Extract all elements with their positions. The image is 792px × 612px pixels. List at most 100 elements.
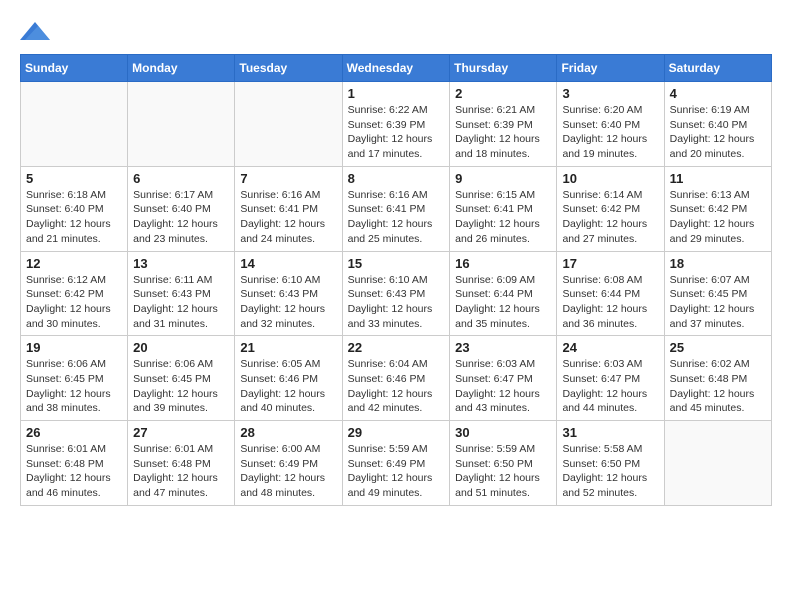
column-header-friday: Friday [557,55,664,82]
calendar-cell: 29 Sunrise: 5:59 AMSunset: 6:49 PMDayligh… [342,421,450,506]
day-number: 27 [133,425,229,440]
day-info: Sunrise: 6:01 AMSunset: 6:48 PMDaylight:… [26,442,122,501]
calendar-cell: 31 Sunrise: 5:58 AMSunset: 6:50 PMDayligh… [557,421,664,506]
day-info: Sunrise: 6:00 AMSunset: 6:49 PMDaylight:… [240,442,336,501]
calendar-week-row: 5 Sunrise: 6:18 AMSunset: 6:40 PMDaylight… [21,166,772,251]
day-info: Sunrise: 5:59 AMSunset: 6:50 PMDaylight:… [455,442,551,501]
column-header-wednesday: Wednesday [342,55,450,82]
day-number: 28 [240,425,336,440]
day-number: 15 [348,256,445,271]
day-number: 30 [455,425,551,440]
day-info: Sunrise: 6:06 AMSunset: 6:45 PMDaylight:… [133,357,229,416]
calendar-cell: 6 Sunrise: 6:17 AMSunset: 6:40 PMDaylight… [128,166,235,251]
day-number: 18 [670,256,766,271]
day-info: Sunrise: 6:17 AMSunset: 6:40 PMDaylight:… [133,188,229,247]
day-info: Sunrise: 6:06 AMSunset: 6:45 PMDaylight:… [26,357,122,416]
day-number: 13 [133,256,229,271]
column-header-monday: Monday [128,55,235,82]
calendar-cell: 10 Sunrise: 6:14 AMSunset: 6:42 PMDayligh… [557,166,664,251]
day-info: Sunrise: 6:09 AMSunset: 6:44 PMDaylight:… [455,273,551,332]
calendar-cell: 28 Sunrise: 6:00 AMSunset: 6:49 PMDayligh… [235,421,342,506]
calendar-cell: 3 Sunrise: 6:20 AMSunset: 6:40 PMDaylight… [557,82,664,167]
day-number: 10 [562,171,658,186]
calendar-cell: 9 Sunrise: 6:15 AMSunset: 6:41 PMDaylight… [450,166,557,251]
day-number: 17 [562,256,658,271]
day-info: Sunrise: 5:59 AMSunset: 6:49 PMDaylight:… [348,442,445,501]
day-info: Sunrise: 6:14 AMSunset: 6:42 PMDaylight:… [562,188,658,247]
day-info: Sunrise: 6:18 AMSunset: 6:40 PMDaylight:… [26,188,122,247]
calendar-cell: 24 Sunrise: 6:03 AMSunset: 6:47 PMDayligh… [557,336,664,421]
calendar-cell: 16 Sunrise: 6:09 AMSunset: 6:44 PMDayligh… [450,251,557,336]
column-header-saturday: Saturday [664,55,771,82]
day-number: 1 [348,86,445,101]
day-number: 7 [240,171,336,186]
day-number: 8 [348,171,445,186]
calendar-cell [21,82,128,167]
calendar-cell: 19Sunrise: 6:06 AMSunset: 6:45 PMDayligh… [21,336,128,421]
calendar-table: SundayMondayTuesdayWednesdayThursdayFrid… [20,54,772,506]
day-info: Sunrise: 6:13 AMSunset: 6:42 PMDaylight:… [670,188,766,247]
logo-icon [20,20,50,44]
day-info: Sunrise: 6:20 AMSunset: 6:40 PMDaylight:… [562,103,658,162]
calendar-cell [664,421,771,506]
calendar-cell: 23Sunrise: 6:03 AMSunset: 6:47 PMDayligh… [450,336,557,421]
calendar-cell: 12 Sunrise: 6:12 AMSunset: 6:42 PMDayligh… [21,251,128,336]
day-info: Sunrise: 6:21 AMSunset: 6:39 PMDaylight:… [455,103,551,162]
day-info: Sunrise: 6:04 AMSunset: 6:46 PMDaylight:… [348,357,445,416]
day-number: 29 [348,425,445,440]
day-info: Sunrise: 6:16 AMSunset: 6:41 PMDaylight:… [240,188,336,247]
day-number: 11 [670,171,766,186]
calendar-cell: 8 Sunrise: 6:16 AMSunset: 6:41 PMDaylight… [342,166,450,251]
calendar-cell: 11 Sunrise: 6:13 AMSunset: 6:42 PMDayligh… [664,166,771,251]
calendar-cell [128,82,235,167]
column-header-thursday: Thursday [450,55,557,82]
calendar-cell: 25 Sunrise: 6:02 AMSunset: 6:48 PMDayligh… [664,336,771,421]
column-header-sunday: Sunday [21,55,128,82]
column-header-tuesday: Tuesday [235,55,342,82]
calendar-cell: 17Sunrise: 6:08 AMSunset: 6:44 PMDayligh… [557,251,664,336]
day-info: Sunrise: 6:03 AMSunset: 6:47 PMDaylight:… [562,357,658,416]
day-info: Sunrise: 5:58 AMSunset: 6:50 PMDaylight:… [562,442,658,501]
day-info: Sunrise: 6:10 AMSunset: 6:43 PMDaylight:… [240,273,336,332]
day-number: 25 [670,340,766,355]
day-number: 31 [562,425,658,440]
day-info: Sunrise: 6:02 AMSunset: 6:48 PMDaylight:… [670,357,766,416]
logo [20,20,52,44]
day-number: 4 [670,86,766,101]
day-info: Sunrise: 6:05 AMSunset: 6:46 PMDaylight:… [240,357,336,416]
day-number: 20 [133,340,229,355]
day-info: Sunrise: 6:12 AMSunset: 6:42 PMDaylight:… [26,273,122,332]
day-info: Sunrise: 6:22 AMSunset: 6:39 PMDaylight:… [348,103,445,162]
day-info: Sunrise: 6:07 AMSunset: 6:45 PMDaylight:… [670,273,766,332]
day-number: 16 [455,256,551,271]
day-number: 24 [562,340,658,355]
day-info: Sunrise: 6:19 AMSunset: 6:40 PMDaylight:… [670,103,766,162]
day-number: 9 [455,171,551,186]
calendar-header-row: SundayMondayTuesdayWednesdayThursdayFrid… [21,55,772,82]
calendar-cell: 2Sunrise: 6:21 AMSunset: 6:39 PMDaylight… [450,82,557,167]
day-info: Sunrise: 6:03 AMSunset: 6:47 PMDaylight:… [455,357,551,416]
day-number: 3 [562,86,658,101]
calendar-week-row: 12 Sunrise: 6:12 AMSunset: 6:42 PMDayligh… [21,251,772,336]
day-info: Sunrise: 6:10 AMSunset: 6:43 PMDaylight:… [348,273,445,332]
calendar-cell [235,82,342,167]
calendar-cell: 21 Sunrise: 6:05 AMSunset: 6:46 PMDayligh… [235,336,342,421]
day-number: 5 [26,171,122,186]
calendar-cell: 14 Sunrise: 6:10 AMSunset: 6:43 PMDayligh… [235,251,342,336]
calendar-cell: 18 Sunrise: 6:07 AMSunset: 6:45 PMDayligh… [664,251,771,336]
calendar-week-row: 26 Sunrise: 6:01 AMSunset: 6:48 PMDayligh… [21,421,772,506]
calendar-week-row: 1 Sunrise: 6:22 AMSunset: 6:39 PMDaylight… [21,82,772,167]
calendar-week-row: 19Sunrise: 6:06 AMSunset: 6:45 PMDayligh… [21,336,772,421]
calendar-cell: 7 Sunrise: 6:16 AMSunset: 6:41 PMDaylight… [235,166,342,251]
day-info: Sunrise: 6:16 AMSunset: 6:41 PMDaylight:… [348,188,445,247]
page-header [20,20,772,44]
day-info: Sunrise: 6:15 AMSunset: 6:41 PMDaylight:… [455,188,551,247]
day-info: Sunrise: 6:11 AMSunset: 6:43 PMDaylight:… [133,273,229,332]
day-number: 14 [240,256,336,271]
calendar-cell: 27Sunrise: 6:01 AMSunset: 6:48 PMDayligh… [128,421,235,506]
day-number: 12 [26,256,122,271]
day-number: 6 [133,171,229,186]
calendar-cell: 20 Sunrise: 6:06 AMSunset: 6:45 PMDayligh… [128,336,235,421]
day-number: 21 [240,340,336,355]
day-number: 26 [26,425,122,440]
